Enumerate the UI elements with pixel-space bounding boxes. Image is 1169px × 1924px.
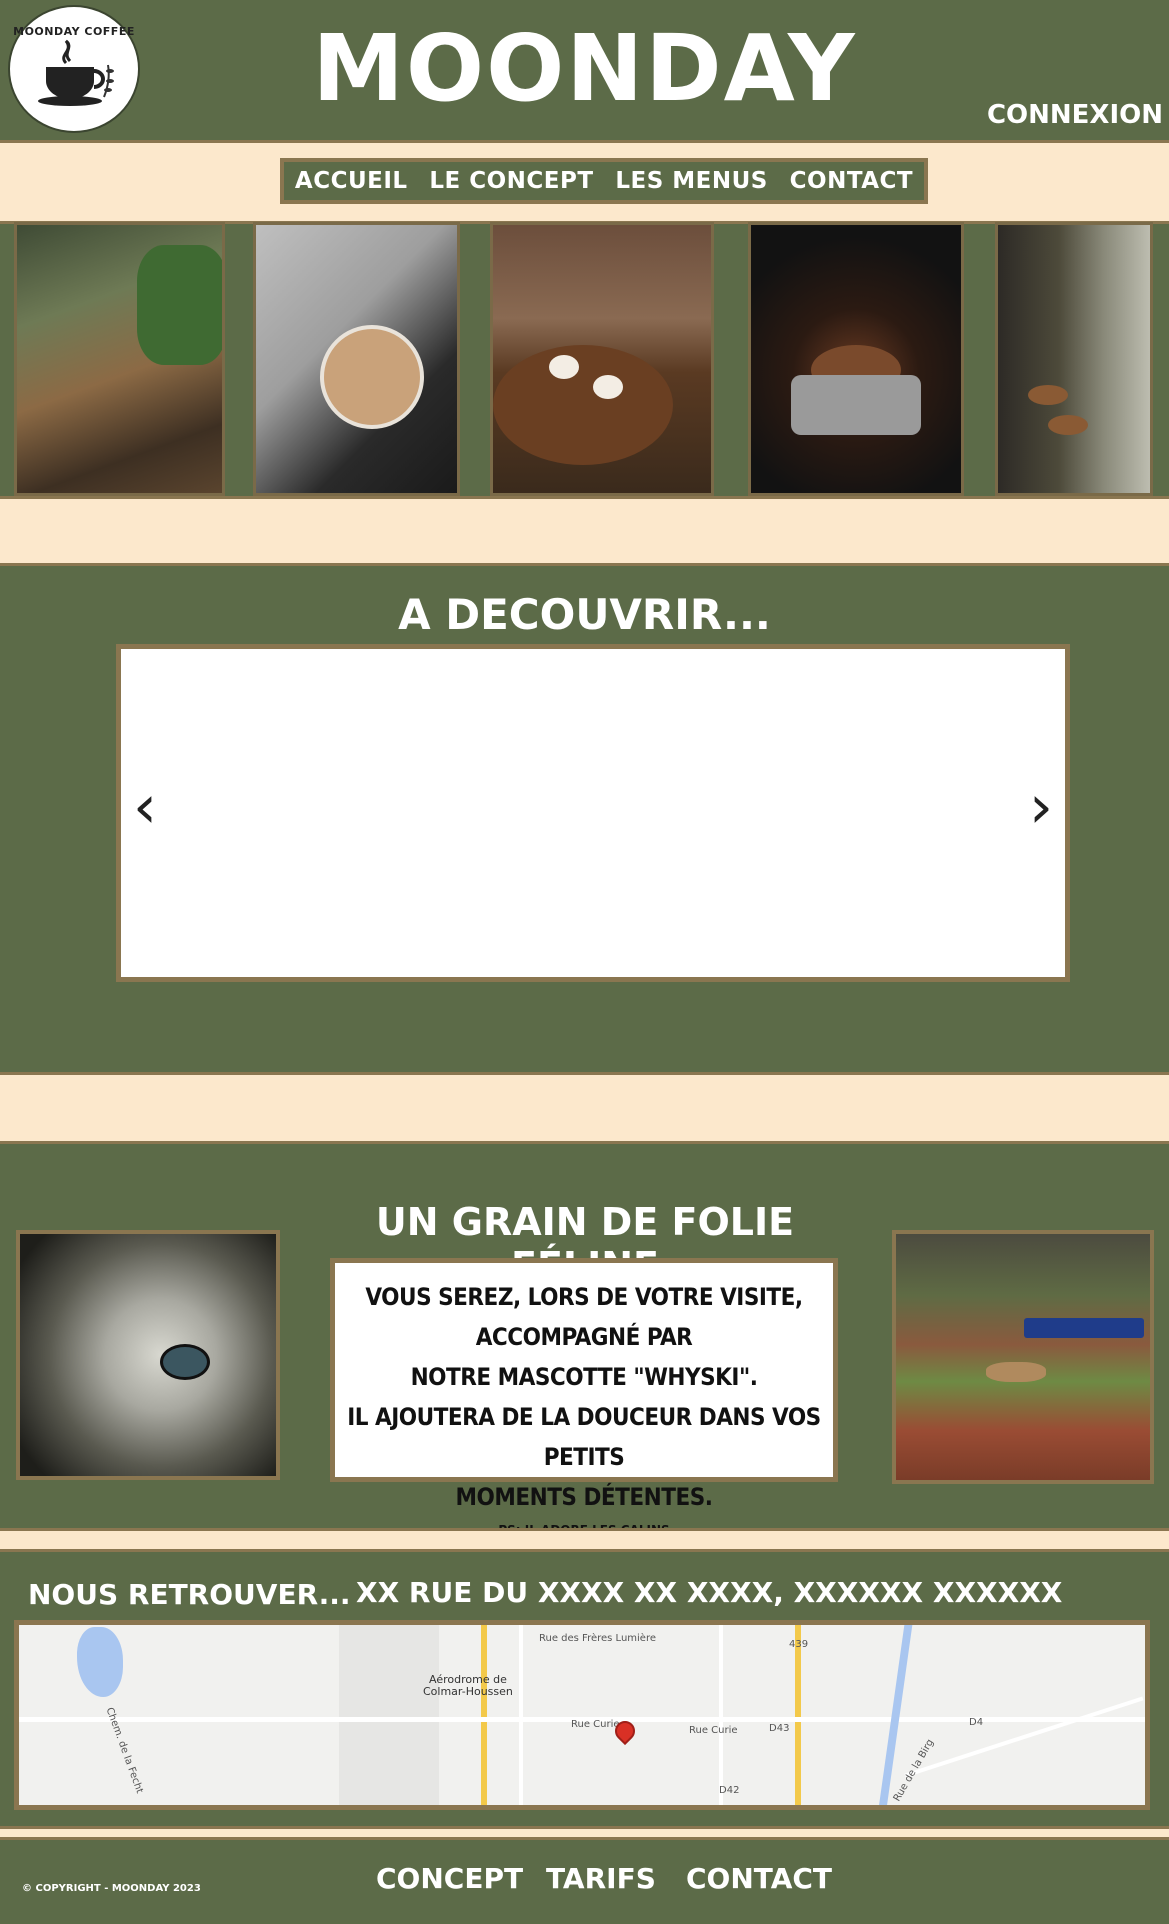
main-nav: ACCUEIL LE CONCEPT LES MENUS CONTACT [280, 158, 928, 204]
map-road [904, 1696, 1144, 1778]
cat-garden-photo [892, 1230, 1154, 1484]
table-coffee-book-photo [490, 222, 714, 496]
chevron-right-icon[interactable]: › [1029, 777, 1053, 837]
map-road [519, 1625, 523, 1805]
cat-eye [160, 1344, 210, 1380]
address: XX RUE DU XXXX XX XXXX, XXXXXX XXXXXX [356, 1576, 1063, 1609]
map-label: D4 [969, 1717, 984, 1728]
espresso-grinder-photo [748, 222, 964, 496]
footer-link-contact[interactable]: CONTACT [686, 1862, 832, 1895]
divider-band [0, 1072, 1169, 1144]
cafe-interior-photo [14, 222, 225, 496]
nav-item-contact[interactable]: CONTACT [790, 168, 913, 194]
discover-carousel[interactable]: ‹ › [116, 644, 1070, 982]
cat-closeup-photo [16, 1230, 280, 1480]
mascot-description: VOUS SEREZ, LORS DE VOTRE VISITE, ACCOMP… [330, 1258, 838, 1537]
footer-link-tarifs[interactable]: TARIFS [546, 1862, 656, 1895]
location-map[interactable]: Aérodrome de Colmar-Houssen Rue des Frèr… [14, 1620, 1150, 1810]
map-label: Rue Curie [689, 1725, 738, 1736]
divider-band [0, 1528, 1169, 1552]
description-line: IL AJOUTERA DE LA DOUCEUR DANS VOS PETIT… [347, 1403, 821, 1471]
login-link[interactable]: CONNEXION [987, 100, 1163, 130]
map-label: D43 [769, 1723, 790, 1734]
chevron-left-icon[interactable]: ‹ [133, 777, 157, 837]
map-road [719, 1625, 723, 1805]
divider-band [0, 496, 1169, 566]
bar-stools-photo [995, 222, 1153, 496]
map-label: Rue des Frères Lumière [539, 1633, 657, 1644]
map-label: Rue de la Birg [891, 1737, 937, 1804]
description-line: NOTRE MASCOTTE "WHYSKI". [410, 1363, 758, 1391]
map-label: 439 [789, 1639, 809, 1650]
garden-tarp [1024, 1318, 1144, 1338]
nav-item-concept[interactable]: LE CONCEPT [429, 168, 593, 194]
divider-band [0, 1826, 1169, 1840]
copyright: © COPYRIGHT - MOONDAY 2023 [22, 1883, 201, 1894]
find-us-title: NOUS RETROUVER... [28, 1578, 351, 1611]
map-label: D42 [719, 1785, 740, 1796]
map-lake [77, 1627, 123, 1697]
iced-coffee-photo [253, 222, 460, 496]
nav-item-home[interactable]: ACCUEIL [295, 168, 408, 194]
nav-item-menus[interactable]: LES MENUS [615, 168, 768, 194]
footer-link-concept[interactable]: CONCEPT [376, 1862, 523, 1895]
map-label: Rue Curie [571, 1719, 620, 1730]
description-line: VOUS SEREZ, LORS DE VOTRE VISITE, ACCOMP… [365, 1283, 803, 1351]
description-line: MOMENTS DÉTENTES. [455, 1483, 713, 1511]
map-label: Colmar-Houssen [423, 1685, 513, 1698]
discover-title: A DECOUVRIR... [398, 590, 771, 639]
map-airfield [339, 1625, 439, 1805]
